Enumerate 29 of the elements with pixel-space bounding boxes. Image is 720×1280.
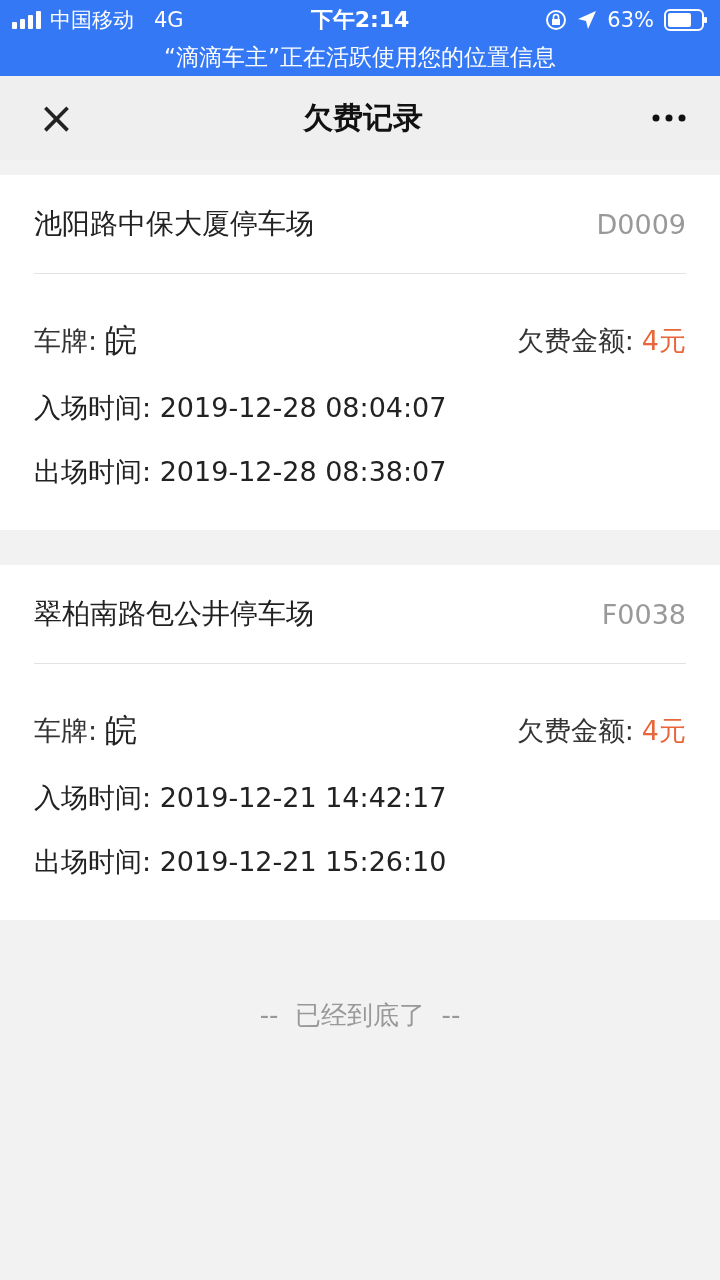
close-button[interactable]: × (38, 96, 75, 140)
network-type: 4G (154, 8, 184, 32)
signal-icon (12, 11, 42, 29)
page-title: 欠费记录 (303, 99, 424, 135)
plate-label: 车牌: (34, 324, 98, 358)
parking-lot-name: 池阳路中保大厦停车场 (34, 206, 314, 242)
record-code: D0009 (596, 208, 686, 240)
end-of-list-text: -- 已经到底了 -- (259, 1000, 461, 1030)
fee-amount: 4元 (641, 714, 686, 748)
battery-percent: 63% (607, 8, 654, 32)
fee-amount: 4元 (641, 324, 686, 358)
entry-time: 入场时间: 2019-12-21 14:42:17 (34, 781, 447, 815)
plate-label: 车牌: (34, 714, 98, 748)
entry-time: 入场时间: 2019-12-28 08:04:07 (34, 391, 447, 425)
record-code: F0038 (601, 598, 686, 630)
location-arrow-icon (577, 10, 598, 30)
rotation-lock-icon (545, 9, 568, 31)
more-icon[interactable] (652, 114, 686, 122)
plate-number: 皖 (105, 710, 138, 751)
clock-time: 下午2:14 (310, 6, 410, 34)
parking-lot-name: 翠柏南路包公井停车场 (34, 596, 314, 632)
plate-number: 皖 (105, 320, 138, 361)
exit-time: 出场时间: 2019-12-28 08:38:07 (34, 455, 447, 489)
fee-label: 欠费金额: (516, 714, 634, 748)
exit-time: 出场时间: 2019-12-21 15:26:10 (34, 845, 447, 879)
location-banner[interactable]: “滴滴车主”正在活跃使用您的位置信息 (164, 44, 556, 70)
battery-icon (664, 9, 708, 31)
fee-label: 欠费金额: (516, 324, 634, 358)
carrier-name: 中国移动 (50, 7, 134, 34)
